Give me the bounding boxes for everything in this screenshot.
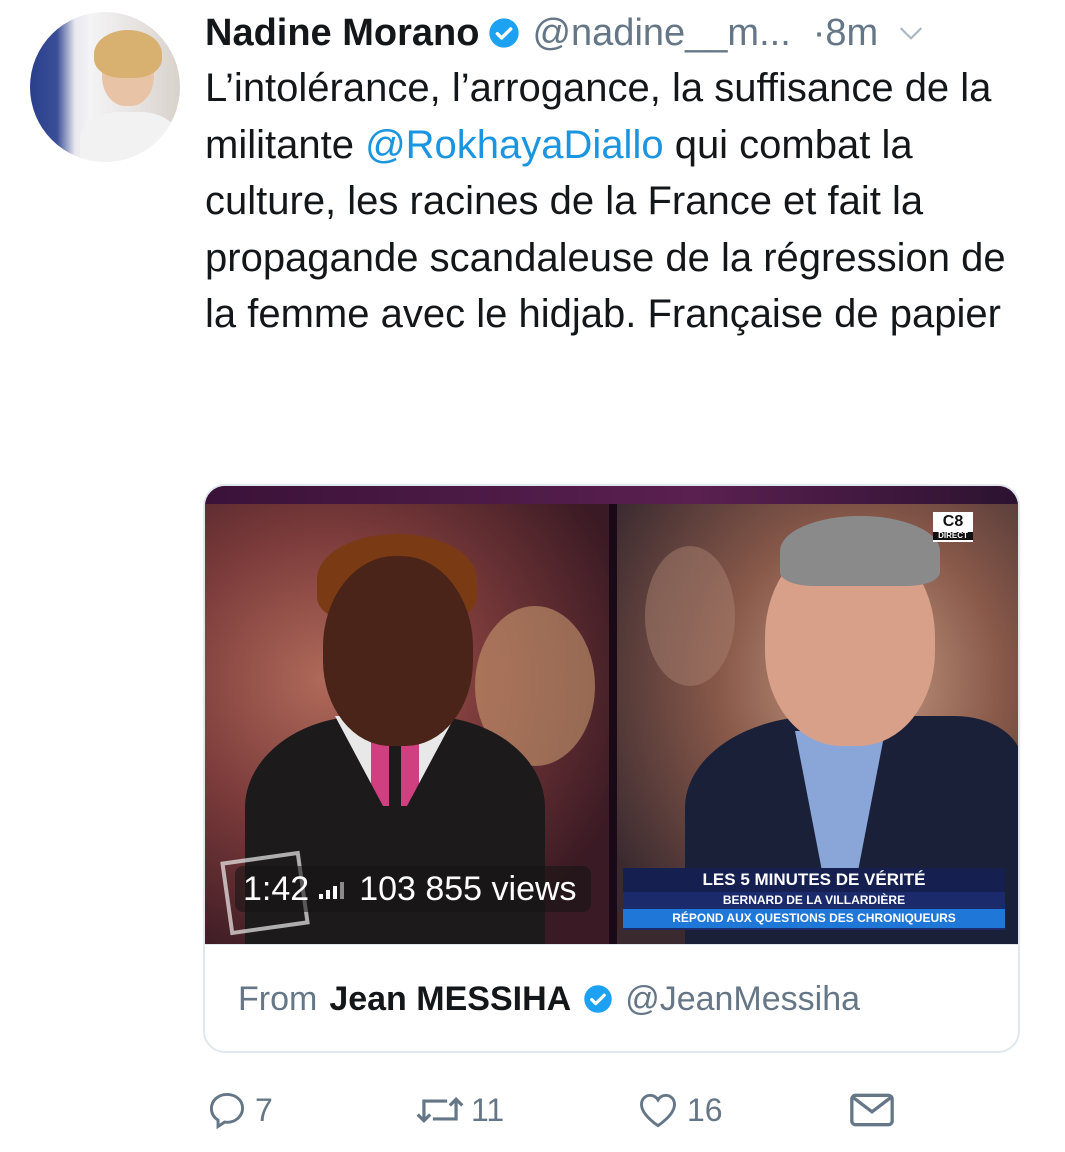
verified-badge-icon [489, 18, 520, 48]
banner-caption: RÉPOND AUX QUESTIONS DES CHRONIQUEURS [623, 909, 1005, 928]
banner-subtitle: BERNARD DE LA VILLARDIÈRE [722, 893, 906, 907]
video-views: 103 855 views [359, 869, 577, 908]
dm-icon [850, 1093, 894, 1127]
retweet-icon [416, 1097, 464, 1123]
mention-link[interactable]: @RokhayaDiallo [365, 123, 664, 167]
retweet-button[interactable]: 11 [415, 1085, 504, 1135]
background-audience [645, 546, 735, 686]
channel-logo: C8 DIRECT [933, 512, 973, 542]
author-handle[interactable]: @nadine__m... [532, 12, 790, 55]
tweet-timestamp[interactable]: ·8m [813, 12, 878, 55]
author-name[interactable]: Nadine Morano [205, 12, 479, 55]
source-handle[interactable]: @JeanMessiha [625, 980, 860, 1019]
retweet-count: 11 [471, 1091, 505, 1128]
avatar-hair [94, 30, 162, 78]
reply-icon [209, 1092, 245, 1130]
like-count: 16 [687, 1091, 723, 1128]
avatar-body [80, 112, 180, 162]
direct-message-button[interactable] [847, 1085, 897, 1135]
reply-button[interactable]: 7 [205, 1085, 273, 1135]
left-speaker-face [323, 556, 473, 746]
banner-title: LES 5 MINUTES DE VÉRITÉ [623, 868, 1005, 892]
channel-logo-sub: DIRECT [933, 532, 973, 540]
reply-count: 7 [255, 1091, 273, 1128]
card-attribution[interactable]: From Jean MESSIHA @JeanMessiha [205, 944, 1018, 1051]
tweet-actions: 7 11 16 [205, 1085, 1035, 1135]
avatar[interactable] [30, 12, 180, 162]
tweet-text: L’intolérance, l’arrogance, la suffisanc… [205, 60, 1035, 343]
video-player[interactable]: C8 DIRECT LES 5 MINUTES DE VÉRITÉ BERNAR… [205, 486, 1018, 944]
tweet-header: Nadine Morano @nadine__m... ·8m [205, 8, 1035, 58]
channel-logo-text: C8 [942, 513, 964, 530]
like-icon [640, 1093, 676, 1128]
split-divider [609, 504, 617, 944]
right-speaker-hair [780, 516, 940, 586]
broadcast-banner: LES 5 MINUTES DE VÉRITÉ BERNARD DE LA VI… [623, 868, 1005, 930]
from-label: From [238, 979, 318, 1018]
signal-bars-icon [319, 882, 345, 899]
video-duration: 1:42 [243, 869, 310, 908]
like-button[interactable]: 16 [635, 1085, 723, 1135]
verified-badge-icon [584, 985, 612, 1013]
quoted-media-card[interactable]: C8 DIRECT LES 5 MINUTES DE VÉRITÉ BERNAR… [203, 484, 1020, 1053]
chevron-down-icon[interactable] [898, 20, 924, 46]
video-top-bar [205, 486, 1018, 504]
source-name[interactable]: Jean MESSIHA [329, 980, 571, 1019]
video-info-overlay: 1:42 103 855 views [235, 866, 591, 912]
